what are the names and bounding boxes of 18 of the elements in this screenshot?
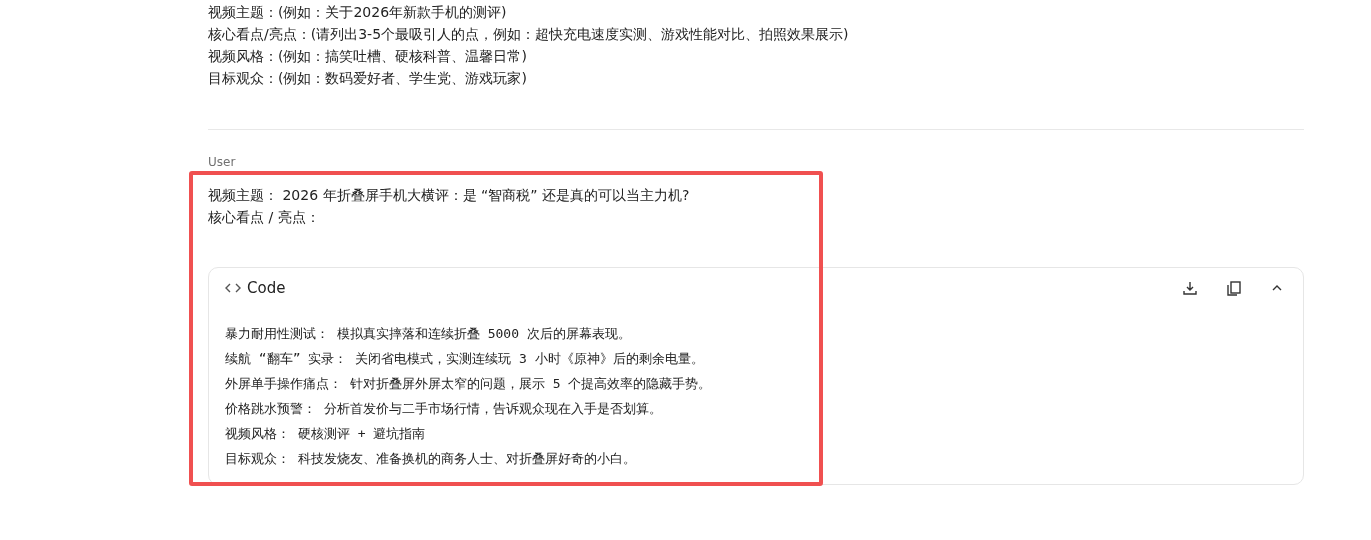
message-line: 视频主题： 2026 年折叠屏手机大横评：是 “智商税” 还是真的可以当主力机? [208,186,690,205]
role-label: User [208,154,236,170]
message-line: 核心看点/亮点：(请列出3-5个最吸引人的点，例如：超快充电速度实测、游戏性能对比、拍照效果展示) [208,25,849,44]
code-icon [225,281,241,295]
message-line: 目标观众：(例如：数码爱好者、学生党、游戏玩家) [208,69,527,88]
code-line: 外屏单手操作痛点： 针对折叠屏外屏太窄的问题，展示 5 个提高效率的隐藏手势。 [225,375,712,393]
download-icon [1183,281,1197,295]
code-line: 价格跳水预警： 分析首发价与二手市场行情，告诉观众现在入手是否划算。 [225,400,662,418]
message-line: 核心看点 / 亮点： [208,208,320,227]
code-line: 续航 “翻车” 实录： 关闭省电模式，实测连续玩 3 小时《原神》后的剩余电量。 [225,350,704,368]
code-title: Code [247,279,286,297]
message-line: 视频风格：(例如：搞笑吐槽、硬核科普、温馨日常) [208,47,527,66]
message-line: 视频主题：(例如：关于2026年新款手机的测评) [208,3,507,22]
code-line: 目标观众： 科技发烧友、准备换机的商务人士、对折叠屏好奇的小白。 [225,450,636,468]
code-line: 视频风格： 硬核测评 + 避坑指南 [225,425,426,443]
copy-icon [1227,280,1241,296]
code-line: 暴力耐用性测试： 模拟真实摔落和连续折叠 5000 次后的屏幕表现。 [225,325,631,343]
chevron-icon [1271,284,1283,292]
